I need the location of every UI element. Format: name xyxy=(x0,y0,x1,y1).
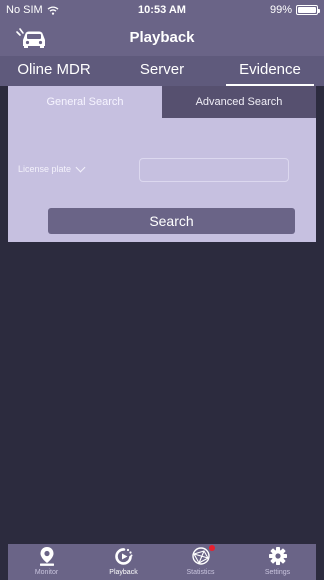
battery-icon xyxy=(296,5,320,15)
tab-server[interactable]: Server xyxy=(108,56,216,86)
status-bar: No SIM 10:53 AM 99% xyxy=(0,0,324,20)
tab-statistics[interactable]: Statistics xyxy=(162,544,239,580)
tab-playback[interactable]: Playback xyxy=(85,544,162,580)
page-title: Playback xyxy=(129,29,195,46)
bottom-tab-bar: Monitor Playback Statistics Settings xyxy=(8,544,316,580)
tab-advanced-search[interactable]: Advanced Search xyxy=(162,86,316,118)
playback-icon xyxy=(113,545,135,567)
tab-monitor[interactable]: Monitor xyxy=(8,544,85,580)
tab-settings-label: Settings xyxy=(264,569,291,576)
gear-icon xyxy=(267,545,289,567)
tab-monitor-label: Monitor xyxy=(34,569,59,576)
search-button[interactable]: Search xyxy=(48,208,295,234)
statistics-icon xyxy=(190,545,215,567)
battery-percent: 99% xyxy=(269,4,292,16)
nav-bar: Playback xyxy=(0,20,324,56)
tab-general-search[interactable]: General Search xyxy=(8,86,162,118)
chevron-down-icon xyxy=(75,162,86,172)
tab-statistics-label: Statistics xyxy=(186,569,215,576)
notification-badge xyxy=(208,545,215,551)
tab-settings[interactable]: Settings xyxy=(239,544,316,580)
top-tabs: Oline MDR Server Evidence xyxy=(0,56,324,86)
tab-playback-label: Playback xyxy=(109,569,138,576)
battery-group: 99% xyxy=(269,4,320,16)
license-plate-input[interactable] xyxy=(139,158,289,182)
tab-oline-mdr[interactable]: Oline MDR xyxy=(0,56,108,86)
tab-evidence[interactable]: Evidence xyxy=(216,56,324,86)
search-field-dropdown[interactable]: License plate xyxy=(18,162,86,174)
search-panel: General Search Advanced Search License p… xyxy=(8,86,316,242)
license-plate-row: License plate xyxy=(8,158,316,184)
search-mode-tabs: General Search Advanced Search xyxy=(8,86,316,118)
search-field-label: License plate xyxy=(18,164,72,174)
map-pin-icon xyxy=(36,545,58,567)
results-area xyxy=(8,242,316,544)
